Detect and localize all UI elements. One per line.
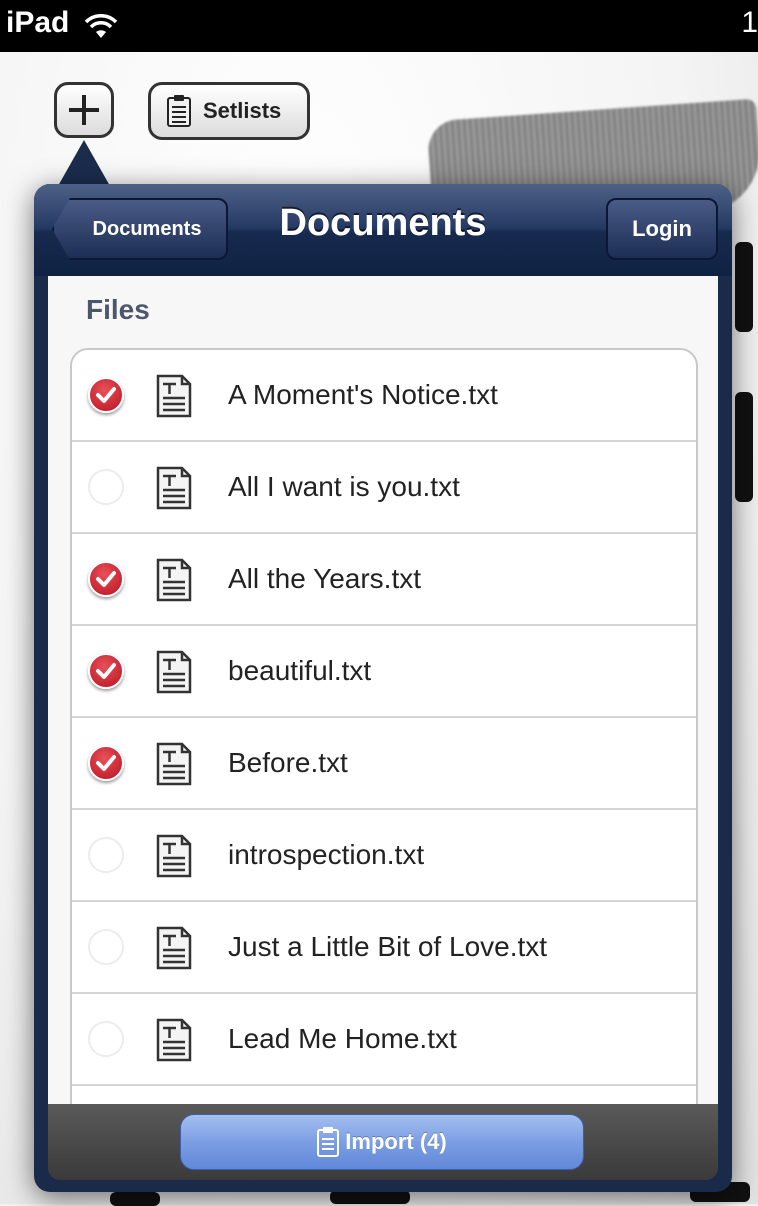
unchecked-circle-icon[interactable] bbox=[88, 1021, 124, 1057]
background-ink-stroke bbox=[330, 1190, 410, 1204]
checkmark-icon[interactable] bbox=[88, 377, 124, 413]
login-button[interactable]: Login bbox=[606, 198, 718, 260]
file-row[interactable]: A Moment's Notice.txt bbox=[72, 350, 696, 442]
file-row[interactable]: All I want is you.txt bbox=[72, 442, 696, 534]
file-name: introspection.txt bbox=[228, 839, 425, 870]
file-name: Just a Little Bit of Love.txt bbox=[228, 931, 548, 962]
text-document-icon bbox=[156, 742, 192, 786]
status-bar: iPad 1 bbox=[0, 0, 758, 52]
device-label: iPad bbox=[6, 6, 70, 39]
section-header: Files bbox=[86, 294, 150, 325]
file-name: A Moment's Notice.txt bbox=[228, 379, 498, 410]
checkmark-icon[interactable] bbox=[88, 561, 124, 597]
popover-content: Files A Moment's Notice.txt All I want is… bbox=[48, 276, 718, 1104]
file-row[interactable]: Before.txt bbox=[72, 718, 696, 810]
file-name: beautiful.txt bbox=[228, 655, 372, 686]
text-document-icon bbox=[156, 1018, 192, 1062]
popover-footer: Import (4) bbox=[48, 1104, 718, 1180]
file-row[interactable]: beautiful.txt bbox=[72, 626, 696, 718]
background-ink-stroke bbox=[735, 392, 753, 502]
wifi-icon bbox=[84, 14, 118, 38]
text-document-icon bbox=[156, 374, 192, 418]
checkmark-icon[interactable] bbox=[88, 653, 124, 689]
file-name: All the Years.txt bbox=[228, 563, 422, 594]
file-row[interactable]: introspection.txt bbox=[72, 810, 696, 902]
file-row[interactable]: All the Years.txt bbox=[72, 534, 696, 626]
text-document-icon bbox=[156, 834, 192, 878]
login-button-label: Login bbox=[632, 216, 692, 241]
background-ink-stroke bbox=[735, 242, 753, 332]
file-row[interactable]: Lead Me Home.txt bbox=[72, 994, 696, 1086]
file-name: Before.txt bbox=[228, 747, 348, 778]
clipped-status-text: 1 bbox=[741, 6, 758, 39]
text-document-icon bbox=[156, 466, 192, 510]
documents-popover: Documents Documents Login Files A Moment… bbox=[34, 184, 732, 1192]
add-button[interactable] bbox=[54, 82, 114, 138]
popover-arrow bbox=[58, 140, 110, 186]
file-row[interactable] bbox=[72, 1086, 696, 1104]
import-button-label: Import (4) bbox=[345, 1129, 447, 1154]
file-name: Lead Me Home.txt bbox=[228, 1023, 457, 1054]
navigation-bar: Documents Documents Login bbox=[34, 184, 732, 276]
file-row[interactable]: Just a Little Bit of Love.txt bbox=[72, 902, 696, 994]
unchecked-circle-icon[interactable] bbox=[88, 837, 124, 873]
checkmark-icon[interactable] bbox=[88, 745, 124, 781]
setlists-label: Setlists bbox=[203, 98, 282, 123]
file-list[interactable]: A Moment's Notice.txt All I want is you.t… bbox=[70, 348, 698, 1104]
text-document-icon bbox=[156, 926, 192, 970]
text-document-icon bbox=[156, 558, 192, 602]
import-button[interactable]: Import (4) bbox=[180, 1114, 584, 1170]
unchecked-circle-icon[interactable] bbox=[88, 469, 124, 505]
setlists-button[interactable]: Setlists bbox=[148, 82, 310, 140]
plus-icon bbox=[69, 95, 99, 125]
clipboard-icon bbox=[317, 1127, 340, 1157]
unchecked-circle-icon[interactable] bbox=[88, 929, 124, 965]
text-document-icon bbox=[156, 650, 192, 694]
file-name: All I want is you.txt bbox=[228, 471, 460, 502]
clipboard-icon bbox=[167, 95, 191, 127]
